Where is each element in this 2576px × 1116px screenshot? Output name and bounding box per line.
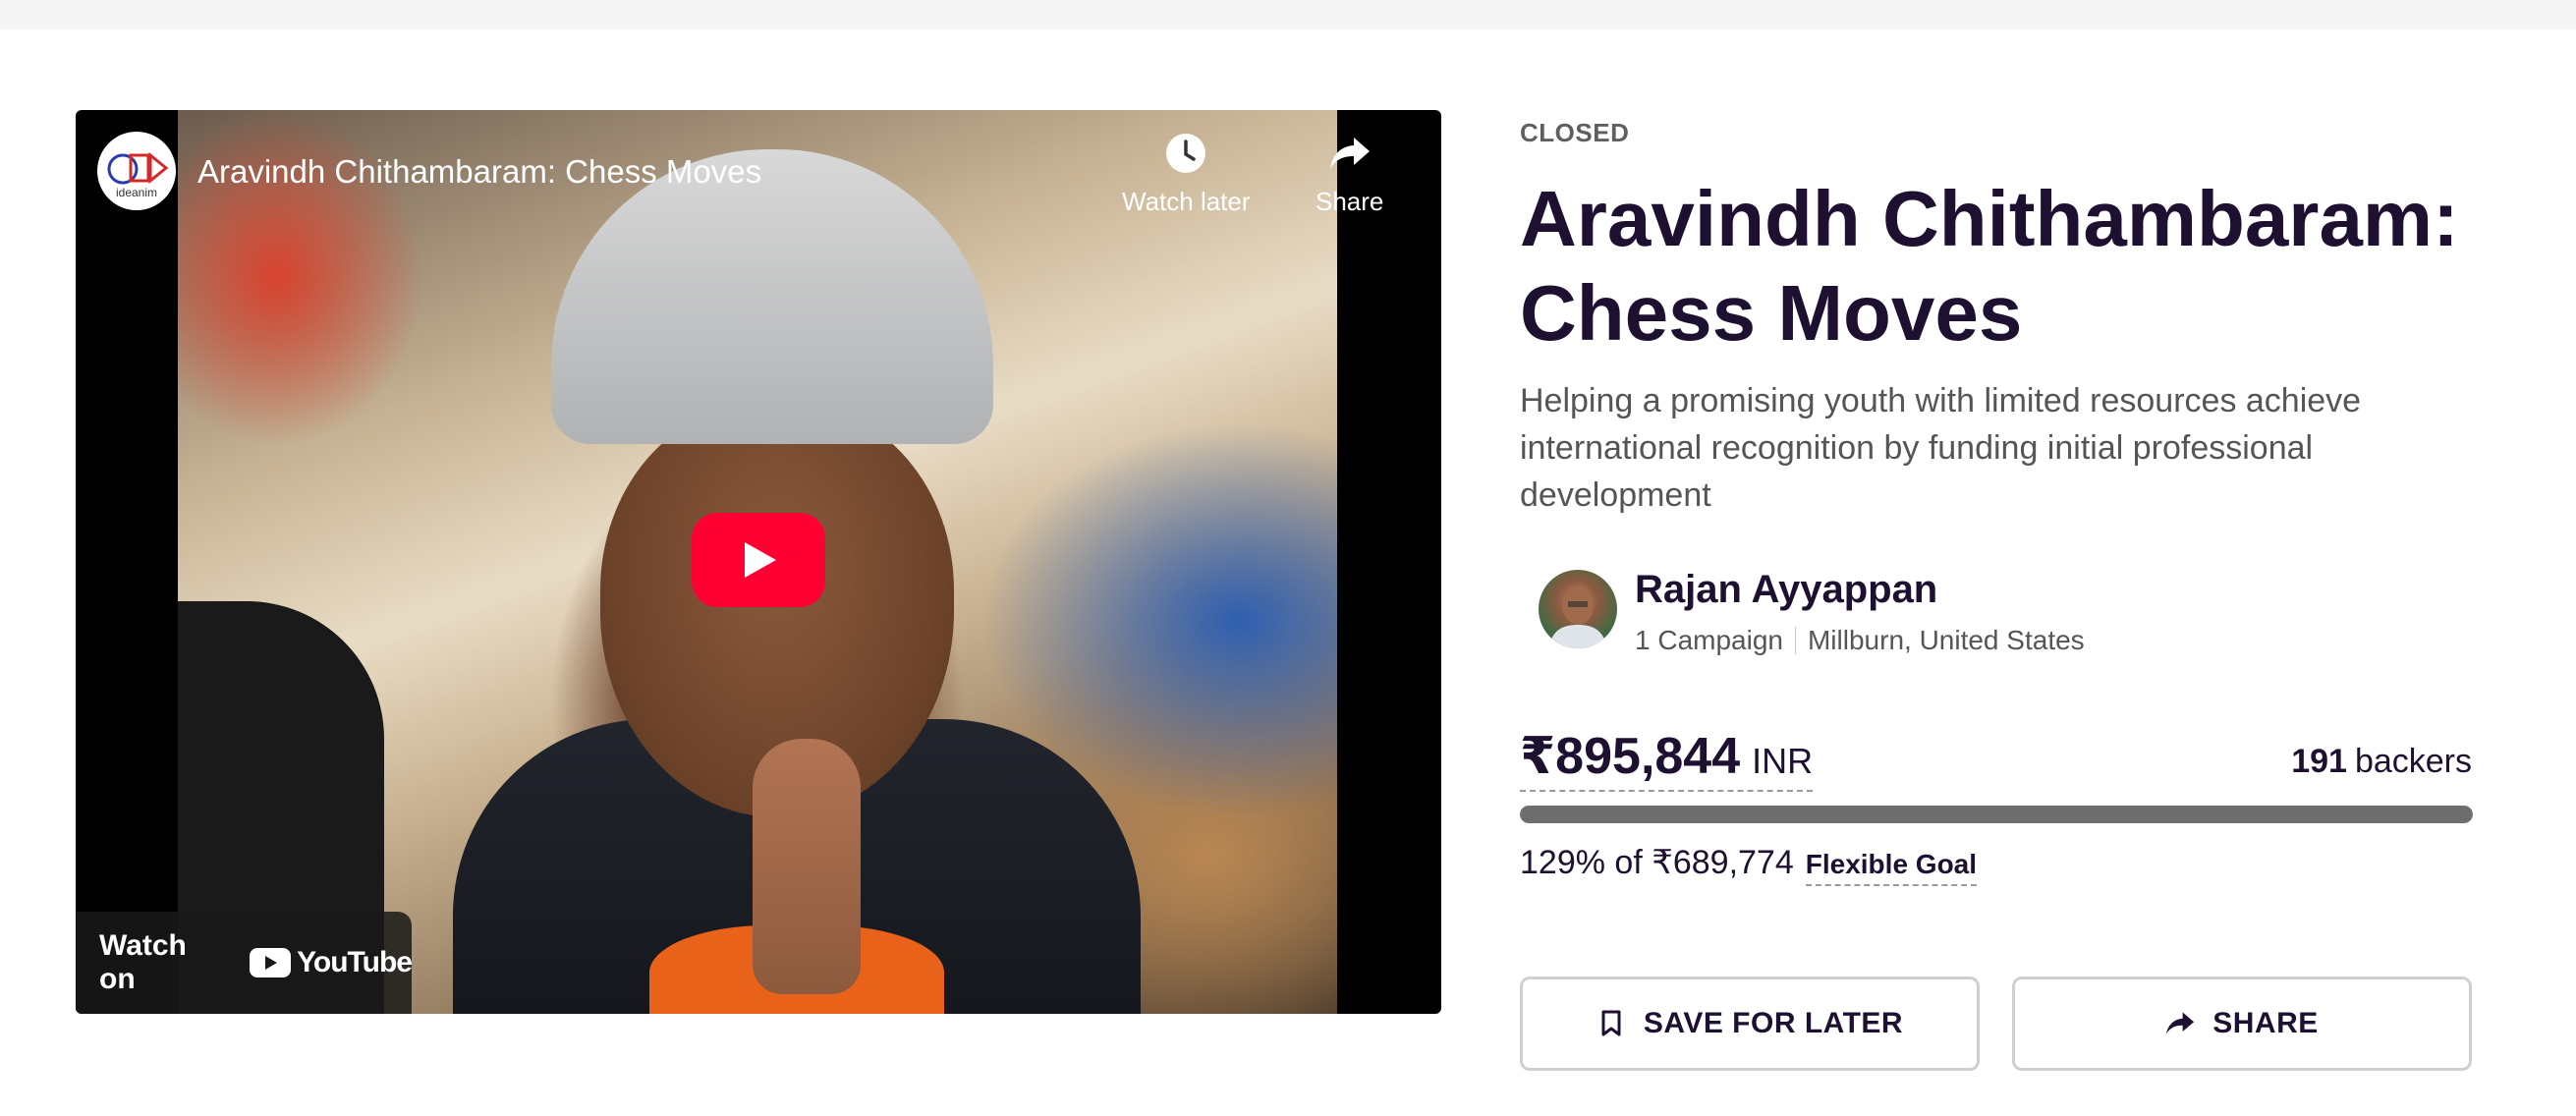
campaign-status: CLOSED <box>1520 118 1630 147</box>
campaign-subtitle: Helping a promising youth with limited r… <box>1520 382 2362 514</box>
campaign-title: Aravindh Chithambaram: Chess Moves <box>1520 175 2459 357</box>
video-title[interactable]: Aravindh Chithambaram: Chess Moves <box>197 153 761 191</box>
share-button[interactable]: SHARE <box>2012 976 2472 1071</box>
amount-raised-value: ₹895,844 <box>1520 728 1741 785</box>
amount-currency: INR <box>1752 741 1814 781</box>
watch-on-label: Watch on <box>99 929 187 995</box>
goal-summary: 129% of ₹689,774 Flexible Goal <box>1520 843 1978 886</box>
owner-avatar[interactable] <box>1539 570 1617 648</box>
svg-text:ideanim: ideanim <box>116 186 157 199</box>
meta-divider <box>1794 627 1796 654</box>
share-arrow-icon <box>1326 130 1373 177</box>
owner-campaign-count[interactable]: 1 Campaign <box>1635 625 1783 656</box>
video-player[interactable]: ideanim Aravindh Chithambaram: Chess Mov… <box>76 110 1441 1014</box>
watch-later-label: Watch later <box>1122 187 1251 216</box>
watch-on-youtube-link[interactable]: Watch on YouTube <box>76 912 413 1014</box>
owner-meta: 1 Campaign Millburn, United States <box>1635 625 2085 656</box>
funding-progress-bar <box>1520 806 2473 823</box>
backers-number: 191 <box>2291 743 2347 780</box>
share-label: SHARE <box>2212 1007 2319 1039</box>
watch-later-button[interactable]: Watch later <box>1122 130 1251 217</box>
play-button[interactable] <box>692 513 825 607</box>
amount-raised[interactable]: ₹895,844 INR <box>1520 727 1814 792</box>
channel-logo-icon: ideanim <box>107 151 169 199</box>
clock-icon <box>1162 130 1209 177</box>
video-share-button[interactable]: Share <box>1316 130 1383 217</box>
youtube-wordmark: YouTube <box>297 946 413 978</box>
bookmark-icon <box>1596 1009 1626 1038</box>
save-for-later-button[interactable]: SAVE FOR LATER <box>1520 976 1980 1071</box>
top-bar <box>0 0 2576 29</box>
funding-progress-fill <box>1520 806 2473 823</box>
save-for-later-label: SAVE FOR LATER <box>1643 1007 1904 1039</box>
backers-label: backers <box>2354 743 2472 780</box>
channel-avatar[interactable]: ideanim <box>97 132 176 210</box>
goal-percent-text: 129% of ₹689,774 <box>1520 844 1794 881</box>
owner-name[interactable]: Rajan Ayyappan <box>1635 568 1937 612</box>
play-icon <box>745 542 776 578</box>
youtube-logo: YouTube <box>250 946 413 979</box>
thumbnail-shape <box>753 739 861 994</box>
youtube-play-icon <box>250 948 292 977</box>
share-arrow-icon <box>2165 1009 2195 1038</box>
thumbnail-shape <box>551 149 993 444</box>
video-share-label: Share <box>1316 187 1384 216</box>
owner-photo <box>1548 586 1607 648</box>
backers-count: 191 backers <box>2291 743 2472 781</box>
owner-location: Millburn, United States <box>1807 625 2085 655</box>
flexible-goal-link[interactable]: Flexible Goal <box>1805 849 1978 886</box>
